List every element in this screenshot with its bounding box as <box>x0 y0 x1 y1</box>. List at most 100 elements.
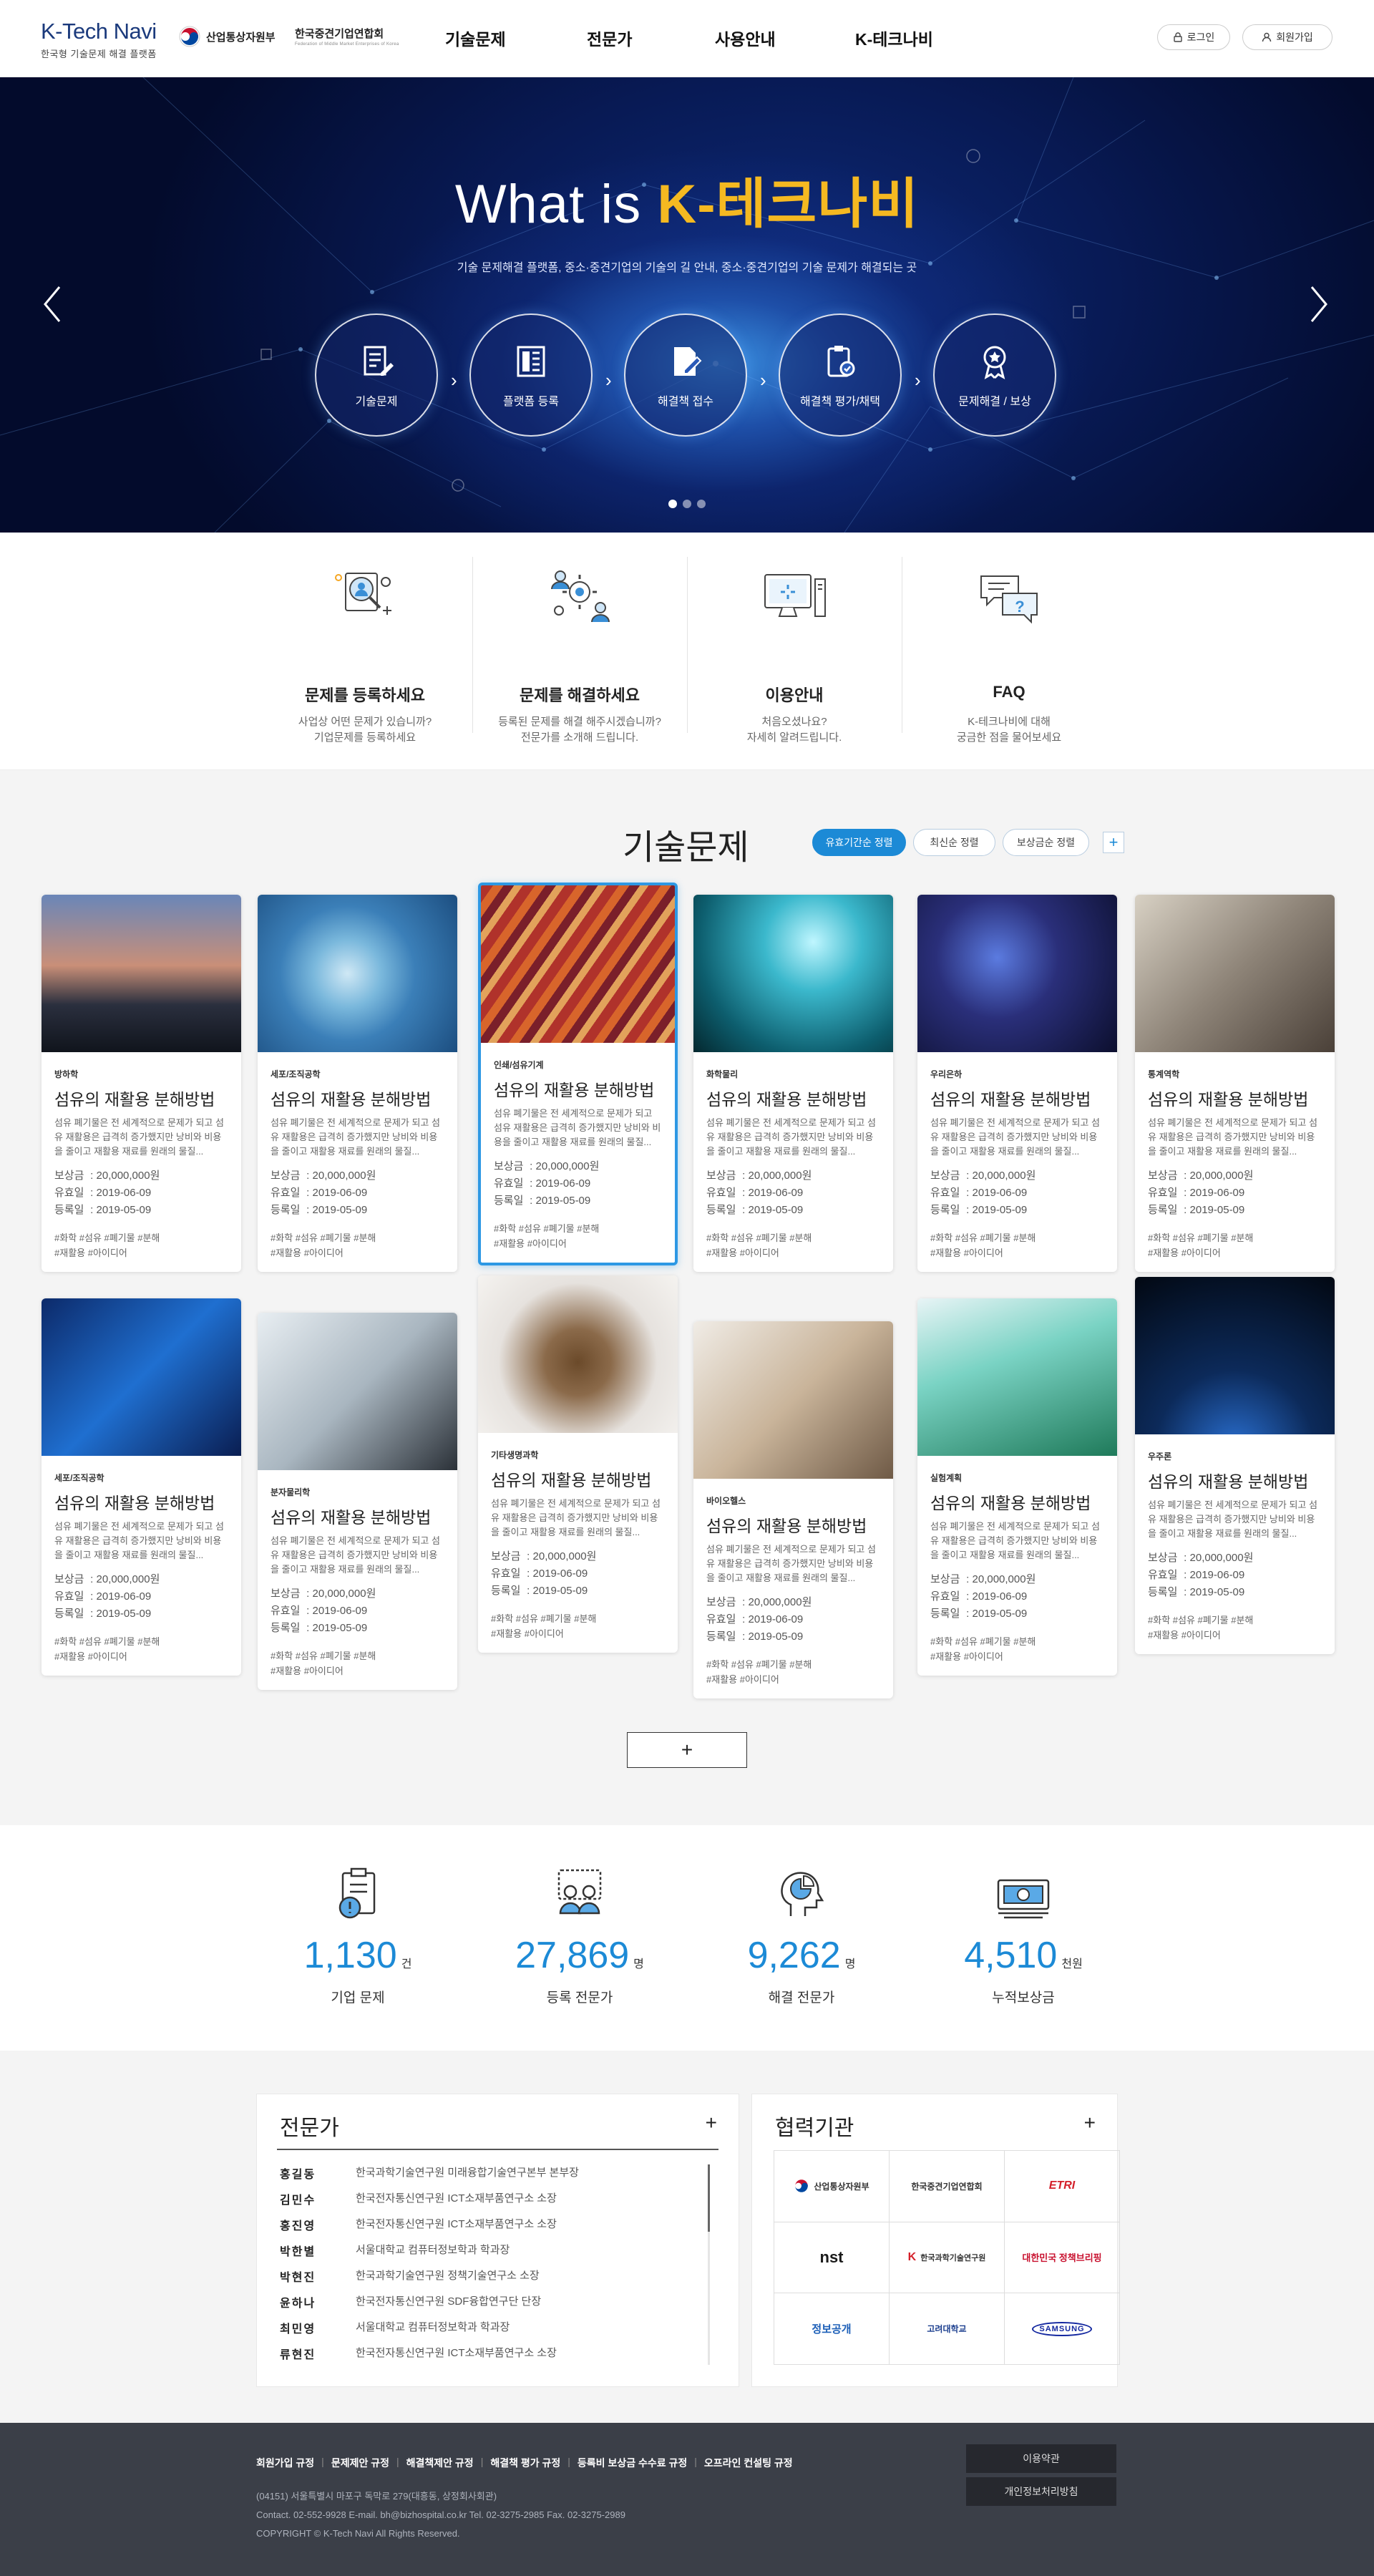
sort-by-reward[interactable]: 보상금순 정렬 <box>1003 829 1089 856</box>
site-footer: 회원가입 규정 | 문제제안 규정 | 해결책제안 규정 | 해결책 평가 규정 | 등… <box>0 2423 1374 2576</box>
privacy-button[interactable]: 개인정보처리방침 <box>966 2477 1116 2506</box>
stat-number: 4,510 천원 <box>964 1935 1083 1976</box>
problem-card[interactable]: 분자물리학 섬유의 재활용 분해방법 섬유 폐기물은 전 세계적으로 문제가 되고 … <box>258 1313 457 1690</box>
problem-title: 섬유의 재활용 분해방법 <box>54 1090 215 1109</box>
footer-link[interactable]: 등록비 보상금 수수료 규정 <box>578 2456 687 2470</box>
partner-korea-policy[interactable]: 대한민국 정책브리핑 <box>1005 2222 1120 2294</box>
nav-problems[interactable]: 기술문제 <box>445 26 506 50</box>
footer-link[interactable]: 오프라인 컨설팅 규정 <box>704 2456 793 2470</box>
add-problem-button[interactable]: + <box>1103 832 1124 853</box>
ministry-logo[interactable]: 산업통상자원부 <box>179 26 276 47</box>
problem-reg-date: 2019-05-09 <box>96 1204 152 1216</box>
step-evaluate[interactable]: 해결책 평가/채택 <box>779 314 902 437</box>
experts-scrollbar[interactable] <box>708 2164 710 2365</box>
slide-dot-2[interactable] <box>683 500 691 508</box>
partner-university[interactable]: 고려대학교 <box>890 2293 1005 2365</box>
footer-link[interactable]: 해결책제안 규정 <box>406 2456 474 2470</box>
footer-link[interactable]: 문제제안 규정 <box>331 2456 389 2470</box>
expert-row[interactable]: 홍진영 한국전자통신연구원 ICT소재부품연구소 소장 <box>280 2216 557 2233</box>
slide-dot-3[interactable] <box>697 500 706 508</box>
problem-valid-date: 2019-06-09 <box>1189 1187 1245 1199</box>
problem-title: 섬유의 재활용 분해방법 <box>706 1090 867 1109</box>
hero-prev-button[interactable] <box>36 279 67 329</box>
problem-valid-date: 2019-06-09 <box>312 1187 368 1199</box>
quick-guide[interactable]: 이용안내 처음오셨나요? 자세히 알려드립니다. <box>687 557 902 744</box>
fomek-logo[interactable]: 한국중견기업연합회 Federation of Middle Market En… <box>295 26 399 47</box>
expert-row[interactable]: 박한별 서울대학교 컴퓨터정보학과 학과장 <box>280 2242 510 2259</box>
join-button[interactable]: 회원가입 <box>1242 24 1332 50</box>
partner-fomek[interactable]: 한국중견기업연합회 <box>890 2151 1005 2222</box>
step-register[interactable]: 플랫폼 등록 <box>469 314 593 437</box>
login-button[interactable]: 로그인 <box>1157 24 1230 50</box>
problem-card[interactable]: 인쇄/섬유기계 섬유의 재활용 분해방법 섬유 폐기물은 전 세계적으로 문제가 되… <box>478 883 678 1265</box>
problem-reward: 20,000,000원 <box>972 1170 1036 1182</box>
partner-kist[interactable]: K 한국과학기술연구원 <box>890 2222 1005 2294</box>
problem-valid-date: 2019-06-09 <box>1189 1569 1245 1581</box>
arrow-right-icon <box>1310 286 1327 322</box>
step-submit[interactable]: 해결책 접수 <box>624 314 747 437</box>
problem-card[interactable]: 기타생명과학 섬유의 재활용 분해방법 섬유 폐기물은 전 세계적으로 문제가 되고… <box>478 1275 678 1653</box>
expert-row[interactable]: 윤하나 한국전자통신연구원 SDF융합연구단 단장 <box>280 2293 541 2310</box>
footer-link[interactable]: 해결책 평가 규정 <box>490 2456 560 2470</box>
experts-icon <box>557 1869 602 1915</box>
problem-card-image <box>478 1275 678 1433</box>
sort-by-latest[interactable]: 최신순 정렬 <box>913 829 995 856</box>
problem-card[interactable]: 세포/조직공학 섬유의 재활용 분해방법 섬유 폐기물은 전 세계적으로 문제가 되… <box>42 1298 241 1676</box>
quick-register-problem[interactable]: 문제를 등록하세요 사업상 어떤 문제가 있습니까? 기업문제를 등록하세요 <box>258 557 472 744</box>
hero-network-graphic <box>0 77 1374 533</box>
partner-open-info[interactable]: 정보공개 <box>774 2293 890 2365</box>
quick-solve-problem[interactable]: 문제를 해결하세요 등록된 문제를 해결 해주시겠습니까? 전문가를 소개해 드립… <box>472 557 687 744</box>
problem-category: 우리은하 <box>930 1069 963 1079</box>
experts-more-button[interactable]: + <box>706 2111 717 2134</box>
problem-card[interactable]: 우주론 섬유의 재활용 분해방법 섬유 폐기물은 전 세계적으로 문제가 되고 섬유… <box>1135 1277 1335 1654</box>
problem-meta: 보상금 : 20,000,000원 유효일 : 2019-06-09 등록일 : 2… <box>494 1160 600 1207</box>
stat-total-reward: 4,510 천원 누적보상금 <box>916 1861 1131 2006</box>
problem-title: 섬유의 재활용 분해방법 <box>271 1090 432 1109</box>
problem-card[interactable]: 세포/조직공학 섬유의 재활용 분해방법 섬유 폐기물은 전 세계적으로 문제가 되… <box>258 895 457 1272</box>
problem-card[interactable]: 방하학 섬유의 재활용 분해방법 섬유 폐기물은 전 세계적으로 문제가 되고 섬유… <box>42 895 241 1272</box>
footer-link[interactable]: 회원가입 규정 <box>256 2456 314 2470</box>
partners-more-button[interactable]: + <box>1084 2111 1096 2134</box>
stat-label: 기업 문제 <box>331 1991 385 2006</box>
expert-row[interactable]: 김민수 한국전자통신연구원 ICT소재부품연구소 소장 <box>280 2190 557 2207</box>
step-reward[interactable]: 문제해결 / 보상 <box>933 314 1056 437</box>
load-more-button[interactable]: + <box>627 1732 747 1768</box>
terms-button[interactable]: 이용약관 <box>966 2444 1116 2473</box>
sort-by-validity[interactable]: 유효기간순 정렬 <box>812 829 906 856</box>
expert-row[interactable]: 최민영 서울대학교 컴퓨터정보학과 학과장 <box>280 2319 510 2336</box>
nav-experts[interactable]: 전문가 <box>587 26 632 50</box>
partner-samsung[interactable]: SAMSUNG <box>1005 2293 1120 2365</box>
experts-title: 전문가 <box>280 2116 339 2140</box>
problem-card[interactable]: 바이오헬스 섬유의 재활용 분해방법 섬유 폐기물은 전 세계적으로 문제가 되고 … <box>693 1321 893 1698</box>
site-logo[interactable]: K-Tech Navi 한국형 기술문제 해결 플랫폼 <box>41 19 157 60</box>
expert-row[interactable]: 박현진 한국과학기술연구원 정책기술연구소 소장 <box>280 2268 540 2285</box>
problem-description: 섬유 폐기물은 전 세계적으로 문제가 되고 섬유 재활용은 급격히 증가했지만… <box>494 1108 661 1147</box>
quick-faq[interactable]: ? FAQ K-테크나비에 대해 궁금한 점을 물어보세요 <box>902 557 1116 744</box>
hero-next-button[interactable] <box>1304 279 1335 329</box>
expert-row[interactable]: 홍길동 한국과학기술연구원 미래융합기술연구본부 본부장 <box>280 2164 579 2182</box>
slide-dot-1[interactable] <box>668 500 677 508</box>
problem-card[interactable]: 화학물리 섬유의 재활용 분해방법 섬유 폐기물은 전 세계적으로 문제가 되고 섬… <box>693 895 893 1272</box>
partner-nst[interactable]: nst <box>774 2222 890 2294</box>
nav-guide[interactable]: 사용안내 <box>715 26 776 50</box>
problem-card[interactable]: 통계역학 섬유의 재활용 분해방법 섬유 폐기물은 전 세계적으로 문제가 되고 섬… <box>1135 895 1335 1272</box>
clipboard-alert-icon <box>338 1867 376 1919</box>
site-header: K-Tech Navi 한국형 기술문제 해결 플랫폼 산업통상자원부 한국중견… <box>0 0 1374 77</box>
problem-card[interactable]: 실험계획 섬유의 재활용 분해방법 섬유 폐기물은 전 세계적으로 문제가 되고 섬… <box>917 1298 1117 1676</box>
step-problem[interactable]: 기술문제 <box>315 314 438 437</box>
logo-title: K-Tech Navi <box>41 19 157 44</box>
partner-motie[interactable]: 산업통상자원부 <box>774 2151 890 2222</box>
problem-reg-date: 2019-05-09 <box>312 1622 368 1634</box>
expert-row[interactable]: 류현진 한국전자통신연구원 ICT소재부품연구소 소장 <box>280 2345 557 2362</box>
partner-etri[interactable]: ETRI <box>1005 2151 1120 2222</box>
problem-card[interactable]: 우리은하 섬유의 재활용 분해방법 섬유 폐기물은 전 세계적으로 문제가 되고 섬… <box>917 895 1117 1272</box>
problem-valid-date: 2019-06-09 <box>312 1605 368 1617</box>
problem-category: 우주론 <box>1148 1452 1172 1462</box>
money-icon <box>997 1879 1050 1919</box>
partners-panel: 협력기관 + 산업통상자원부 한국중견기업연합회 ETRI nst K 한국과학기… <box>751 2094 1120 2387</box>
stat-solving-experts: 9,262 명 해결 전문가 <box>694 1861 909 2006</box>
problem-description: 섬유 폐기물은 전 세계적으로 문제가 되고 섬유 재활용은 급격히 증가했지만… <box>930 1521 1100 1560</box>
divider <box>277 2149 718 2150</box>
stats-section: 1,130 건 기업 문제 27,869 명 등록 전문가 9,262 명 해결 전문… <box>0 1825 1374 2051</box>
nav-ktechnavi[interactable]: K-테크나비 <box>855 26 933 50</box>
